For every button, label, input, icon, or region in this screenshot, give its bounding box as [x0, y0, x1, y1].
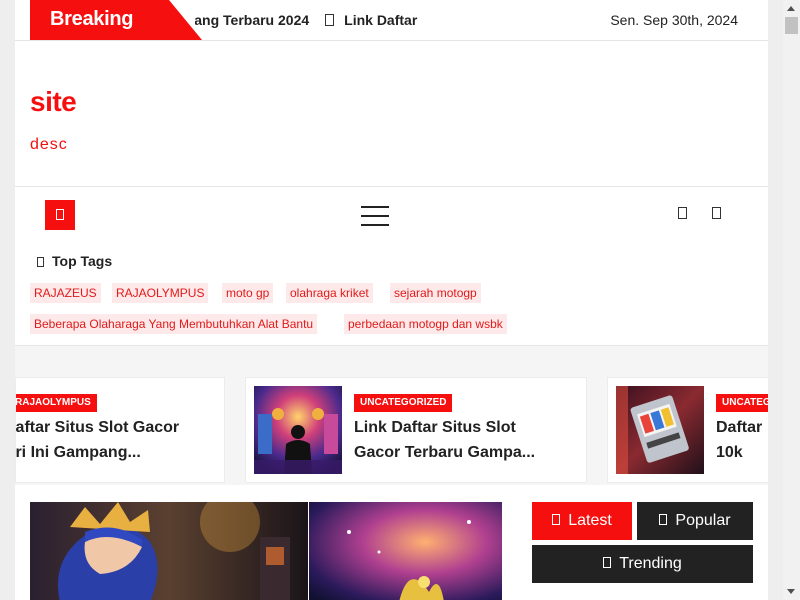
tag-link[interactable]: perbedaan motogp dan wsbk — [344, 314, 507, 334]
post-title[interactable]: Daftar 10k — [716, 415, 768, 465]
scroll-up-arrow-icon[interactable] — [783, 0, 800, 17]
breaking-label: Breaking — [50, 8, 134, 30]
breaking-news-badge: Breaking — [30, 0, 202, 40]
tag-link[interactable]: moto gp — [222, 283, 274, 303]
category-badge[interactable]: RAJAOLYMPUS — [16, 394, 97, 412]
tag-link[interactable]: sejarah motogp — [390, 283, 481, 303]
scrollbar-thumb[interactable] — [785, 17, 798, 34]
scroll-down-arrow-icon[interactable] — [783, 583, 800, 600]
main-content: Latest Popular Trending — [15, 485, 768, 600]
ticker-link[interactable]: Link Daftar Situs Slot Gacor Terbaru Gam… — [195, 12, 309, 28]
post-card[interactable]: UNCATEGORIZED Daftar 10k — [607, 377, 768, 483]
post-card[interactable]: RAJAOLYMPUS Daftar Situs Slot Gacor Hari… — [15, 377, 225, 483]
nav-bar — [15, 186, 768, 242]
tab-latest[interactable]: Latest — [532, 502, 632, 540]
page-scrollbar[interactable] — [783, 0, 800, 600]
file-icon[interactable] — [712, 207, 721, 219]
top-tags-label: Top Tags — [52, 253, 113, 269]
page: Breaking Link Daftar Situs Slot Gacor Te… — [15, 0, 768, 600]
featured-posts-carousel: RAJAOLYMPUS Daftar Situs Slot Gacor Hari… — [15, 345, 768, 485]
post-title[interactable]: Link Daftar Situs Slot Gacor Terbaru Gam… — [354, 415, 582, 465]
post-title-line: Hari Ini Gampang... — [15, 444, 141, 461]
tag-link[interactable]: RAJAZEUS — [30, 283, 101, 303]
top-tags-heading: Top Tags — [37, 253, 112, 269]
file-icon — [325, 14, 335, 26]
post-title-line: Daftar Situs Slot Gacor — [15, 419, 180, 436]
site-description: desc — [30, 136, 68, 153]
post-title-line: Gacor Terbaru Gampa... — [354, 444, 536, 461]
hamburger-icon[interactable] — [361, 206, 389, 226]
tag-link[interactable]: olahraga kriket — [286, 283, 373, 303]
file-icon — [552, 514, 561, 525]
file-icon — [603, 557, 612, 568]
post-title-line: Link Daftar Situs Slot — [354, 419, 516, 436]
tag-link[interactable]: RAJAOLYMPUS — [112, 283, 209, 303]
post-title-line: Daftar — [716, 419, 763, 436]
file-icon — [56, 209, 64, 220]
top-bar: Breaking Link Daftar Situs Slot Gacor Te… — [15, 0, 768, 41]
site-title[interactable]: site — [30, 86, 77, 118]
tag-link[interactable]: Beberapa Olaharaga Yang Membutuhkan Alat… — [30, 314, 318, 334]
post-title[interactable]: Daftar Situs Slot Gacor Hari Ini Gampang… — [15, 415, 224, 465]
post-title-line: 10k — [716, 444, 743, 461]
hero-image[interactable] — [30, 502, 308, 600]
tab-popular[interactable]: Popular — [637, 502, 753, 540]
file-icon — [37, 257, 44, 267]
file-icon[interactable] — [678, 207, 687, 219]
post-thumbnail[interactable] — [616, 386, 704, 474]
post-thumbnail[interactable] — [254, 386, 342, 474]
home-button[interactable] — [45, 200, 75, 230]
tab-popular-label: Popular — [675, 512, 731, 529]
tab-trending-label: Trending — [619, 555, 682, 572]
news-ticker: Link Daftar Situs Slot Gacor Terbaru Gam… — [195, 0, 445, 40]
tab-trending[interactable]: Trending — [532, 545, 753, 583]
current-date: Sen. Sep 30th, 2024 — [610, 12, 738, 28]
hero-image[interactable] — [309, 502, 502, 600]
ticker-link[interactable]: Link Daftar — [344, 12, 417, 28]
file-icon — [659, 514, 668, 525]
category-badge[interactable]: UNCATEGORIZED — [716, 394, 768, 412]
category-badge[interactable]: UNCATEGORIZED — [354, 394, 453, 412]
post-card[interactable]: UNCATEGORIZED Link Daftar Situs Slot Gac… — [245, 377, 587, 483]
tab-latest-label: Latest — [568, 512, 612, 529]
